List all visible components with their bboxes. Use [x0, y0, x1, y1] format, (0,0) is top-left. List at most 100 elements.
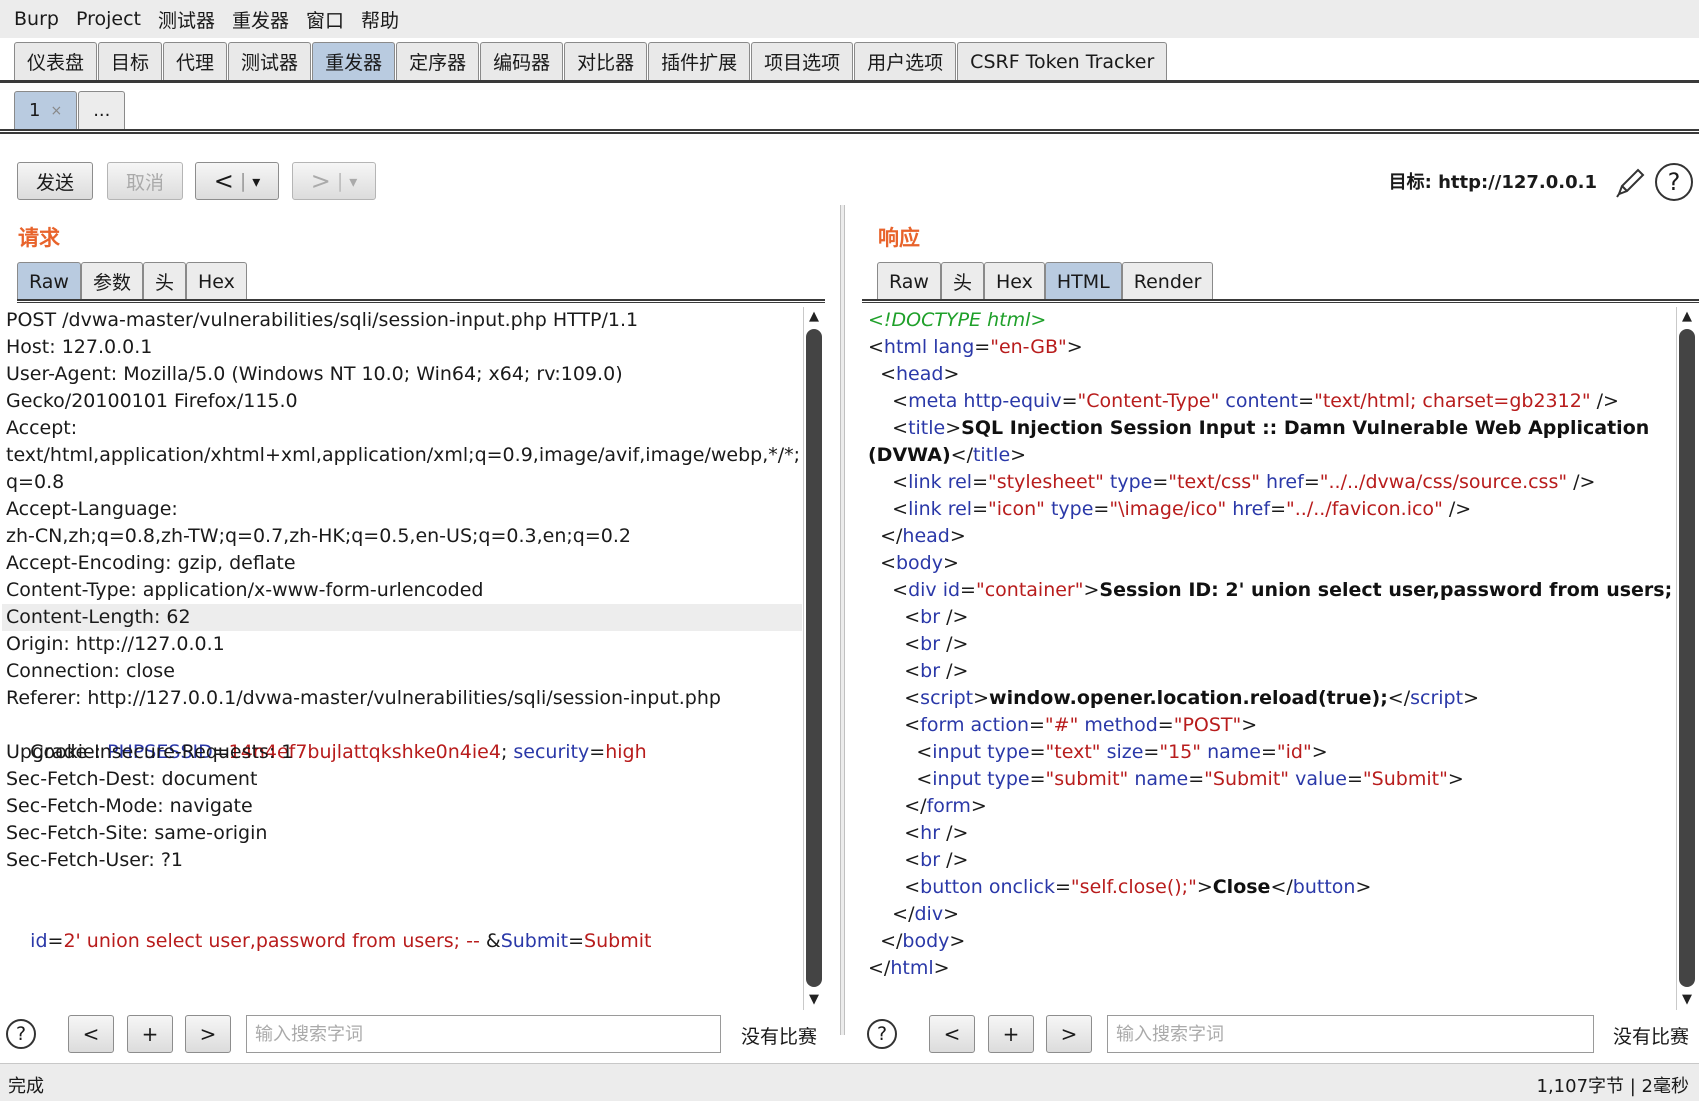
- response-search-input[interactable]: [1107, 1015, 1594, 1053]
- editor-line: Accept:: [6, 417, 78, 439]
- main-tab[interactable]: 测试器: [228, 42, 312, 80]
- forward-button[interactable]: > | ▾: [292, 162, 376, 200]
- main-tab[interactable]: 项目选项: [751, 42, 854, 80]
- editor-line: Sec-Fetch-Dest: document: [6, 768, 258, 790]
- param-value: Submit: [584, 930, 652, 952]
- editor-line-body: id=2' union select user,password from us…: [30, 930, 652, 952]
- scroll-thumb[interactable]: [806, 329, 822, 987]
- request-search-input[interactable]: [246, 1015, 721, 1053]
- response-scrollbar[interactable]: ▲ ▼: [1676, 307, 1696, 1010]
- response-tab[interactable]: Hex: [983, 262, 1045, 300]
- editor-line: User-Agent: Mozilla/5.0 (Windows NT 10.0…: [6, 363, 623, 385]
- editor-line: Content-Length: 62: [2, 604, 802, 631]
- main-tab[interactable]: 定序器: [396, 42, 480, 80]
- scroll-thumb[interactable]: [1679, 329, 1695, 987]
- main-tab[interactable]: 重发器: [312, 42, 396, 80]
- close-icon[interactable]: ×: [50, 103, 62, 119]
- menu-item[interactable]: 帮助: [361, 6, 399, 33]
- response-editor[interactable]: <!DOCTYPE html> <html lang="en-GB"> <hea…: [864, 307, 1674, 1010]
- editor-line: <body>: [868, 552, 959, 574]
- editor-line: (DVWA)</title>: [868, 444, 1027, 466]
- menu-item[interactable]: 窗口: [306, 6, 344, 33]
- main-tab[interactable]: 用户选项: [854, 42, 957, 80]
- help-icon[interactable]: ?: [867, 1019, 897, 1049]
- chevron-down-icon: ▾: [349, 171, 358, 191]
- status-bar: 完成 1,107字节 | 2毫秒: [0, 1063, 1699, 1101]
- chevron-down-icon: ▾: [252, 171, 261, 191]
- search-next-button[interactable]: >: [185, 1015, 231, 1053]
- main-tab[interactable]: 代理: [163, 42, 228, 80]
- request-editor[interactable]: POST /dvwa-master/vulnerabilities/sqli/s…: [2, 307, 802, 1010]
- scroll-down-icon[interactable]: ▼: [806, 992, 822, 1008]
- editor-line: </body>: [868, 930, 966, 952]
- main-tab[interactable]: 目标: [98, 42, 163, 80]
- menu-item[interactable]: Project: [76, 8, 141, 30]
- main-tabs: 仪表盘 目标 代理 测试器 重发器 定序器 编码器 对比器 插件扩展 项目选项 用户选项 CSRF T…: [14, 42, 1168, 82]
- scroll-down-icon[interactable]: ▼: [1679, 992, 1695, 1008]
- new-tab-button[interactable]: ...: [78, 91, 126, 129]
- editor-line: </form>: [868, 795, 987, 817]
- back-label: <: [213, 167, 234, 195]
- search-prev-button[interactable]: <: [68, 1015, 114, 1053]
- response-size-time: 1,107字节 | 2毫秒: [1536, 1076, 1690, 1097]
- edit-target-icon[interactable]: [1613, 164, 1649, 200]
- param-name: id: [30, 930, 48, 952]
- request-tab[interactable]: Raw: [17, 262, 81, 300]
- editor-line: POST /dvwa-master/vulnerabilities/sqli/s…: [6, 309, 639, 331]
- cancel-button[interactable]: 取消: [107, 162, 183, 200]
- help-icon[interactable]: ?: [1655, 163, 1693, 201]
- editor-line: <form action="#" method="POST">: [868, 714, 1258, 736]
- editor-line: Sec-Fetch-Mode: navigate: [6, 795, 253, 817]
- main-tab[interactable]: 仪表盘: [14, 42, 98, 80]
- editor-line: <button onclick="self.close();">Close</b…: [868, 876, 1372, 898]
- back-button[interactable]: < | ▾: [195, 162, 279, 200]
- editor-line: Accept-Encoding: gzip, deflate: [6, 552, 296, 574]
- repeater-tab-1[interactable]: 1 ×: [14, 91, 78, 129]
- menu-item[interactable]: Burp: [14, 8, 59, 30]
- search-add-button[interactable]: +: [988, 1015, 1034, 1053]
- help-icon[interactable]: ?: [6, 1019, 36, 1049]
- main-tabs-underline: [0, 80, 1699, 83]
- search-prev-button[interactable]: <: [929, 1015, 975, 1053]
- editor-line: zh-CN,zh;q=0.8,zh-TW;q=0.7,zh-HK;q=0.5,e…: [6, 525, 631, 547]
- scroll-up-icon[interactable]: ▲: [1679, 309, 1695, 325]
- search-next-button[interactable]: >: [1046, 1015, 1092, 1053]
- response-tabs-underline: [862, 299, 1699, 303]
- request-title: 请求: [18, 226, 60, 250]
- editor-line: text/html,application/xhtml+xml,applicat…: [6, 444, 801, 466]
- editor-line: Sec-Fetch-Site: same-origin: [6, 822, 268, 844]
- editor-line: <br />: [868, 849, 969, 871]
- split-pane-divider[interactable]: [840, 205, 845, 1035]
- response-tab[interactable]: Render: [1121, 262, 1214, 300]
- editor-line: <input type="submit" name="Submit" value…: [868, 768, 1464, 790]
- main-tab[interactable]: CSRF Token Tracker: [957, 42, 1168, 80]
- target-label[interactable]: 目标: http://127.0.0.1: [1389, 168, 1597, 194]
- search-add-button[interactable]: +: [127, 1015, 173, 1053]
- menu-item[interactable]: 测试器: [158, 6, 215, 33]
- request-tab[interactable]: 头: [142, 262, 186, 300]
- request-tab[interactable]: 参数: [80, 262, 143, 300]
- editor-line: q=0.8: [6, 471, 65, 493]
- editor-line: <div id="container">Session ID: 2' union…: [868, 579, 1674, 601]
- editor-line: Cookie: PHPSESSID=14n4ef7bujlattqkshke0n…: [30, 741, 647, 763]
- menu-item[interactable]: 重发器: [232, 6, 289, 33]
- response-tab[interactable]: 头: [940, 262, 984, 300]
- sub-tabs-underline: [0, 129, 1699, 134]
- send-button[interactable]: 发送: [17, 162, 93, 200]
- scroll-up-icon[interactable]: ▲: [806, 309, 822, 325]
- main-tab[interactable]: 插件扩展: [648, 42, 751, 80]
- repeater-tabs: 1 × ...: [14, 91, 126, 129]
- response-tabs: Raw 头 Hex HTML Render: [877, 262, 1214, 300]
- response-tab[interactable]: Raw: [877, 262, 941, 300]
- response-tab[interactable]: HTML: [1044, 262, 1122, 300]
- status-text: 完成: [8, 1076, 44, 1097]
- separator: |: [239, 170, 247, 192]
- editor-line: <input type="text" size="15" name="id">: [868, 741, 1328, 763]
- editor-line: </head>: [868, 525, 966, 547]
- request-tab[interactable]: Hex: [186, 262, 247, 300]
- main-tab[interactable]: 编码器: [480, 42, 564, 80]
- editor-line: <br />: [868, 660, 969, 682]
- request-scrollbar[interactable]: ▲ ▼: [803, 307, 823, 1010]
- main-tab[interactable]: 对比器: [564, 42, 648, 80]
